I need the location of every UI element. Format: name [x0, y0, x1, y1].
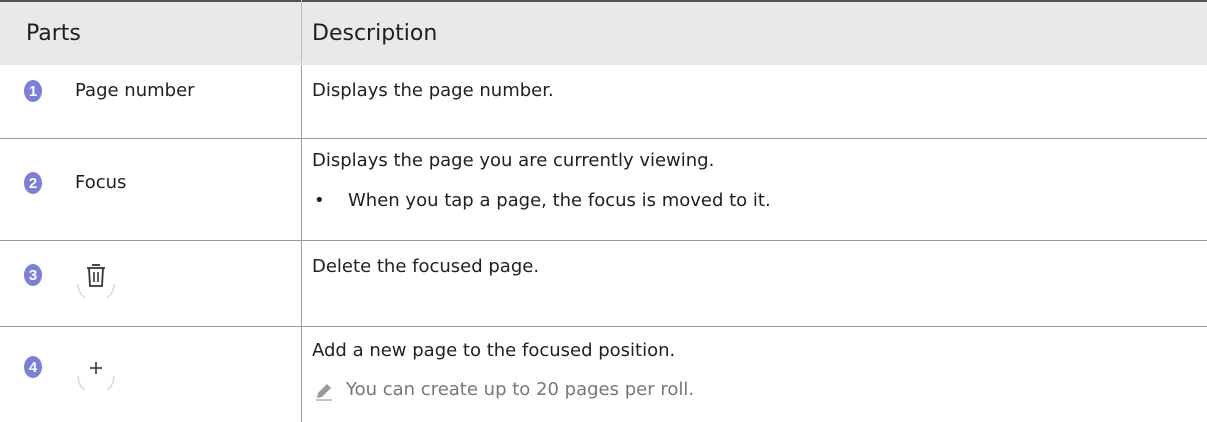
number-badge-4: 4: [22, 356, 44, 378]
svg-text:3: 3: [29, 267, 37, 284]
header-column-divider: [301, 0, 302, 63]
svg-text:2: 2: [29, 175, 37, 192]
description-delete: Delete the focused page.: [312, 256, 540, 277]
plus-icon: [74, 346, 118, 395]
row-divider: [0, 326, 1207, 327]
bullet-marker: •: [314, 190, 325, 211]
number-badge-3: 3: [22, 264, 44, 286]
description-focus: Displays the page you are currently view…: [312, 150, 715, 171]
part-label-page-number: Page number: [75, 80, 195, 101]
row-divider: [0, 138, 1207, 139]
note-text: You can create up to 20 pages per roll.: [346, 379, 695, 400]
number-badge-2: 2: [22, 172, 44, 194]
description-page-number: Displays the page number.: [312, 80, 554, 101]
number-badge-1: 1: [22, 80, 44, 102]
part-label-focus: Focus: [75, 172, 127, 193]
trash-icon: [74, 254, 118, 303]
column-divider: [301, 65, 302, 422]
header-parts: Parts: [26, 21, 81, 46]
row-divider: [0, 240, 1207, 241]
pencil-note-icon: [313, 380, 335, 402]
svg-text:4: 4: [29, 359, 38, 376]
table-header: Parts Description: [0, 0, 1207, 65]
description-add: Add a new page to the focused position.: [312, 340, 676, 361]
header-description: Description: [312, 21, 438, 46]
svg-text:1: 1: [29, 83, 37, 100]
focus-bullet-text: When you tap a page, the focus is moved …: [348, 190, 771, 211]
parts-table: Parts Description 1 Page number Displays…: [0, 0, 1207, 422]
